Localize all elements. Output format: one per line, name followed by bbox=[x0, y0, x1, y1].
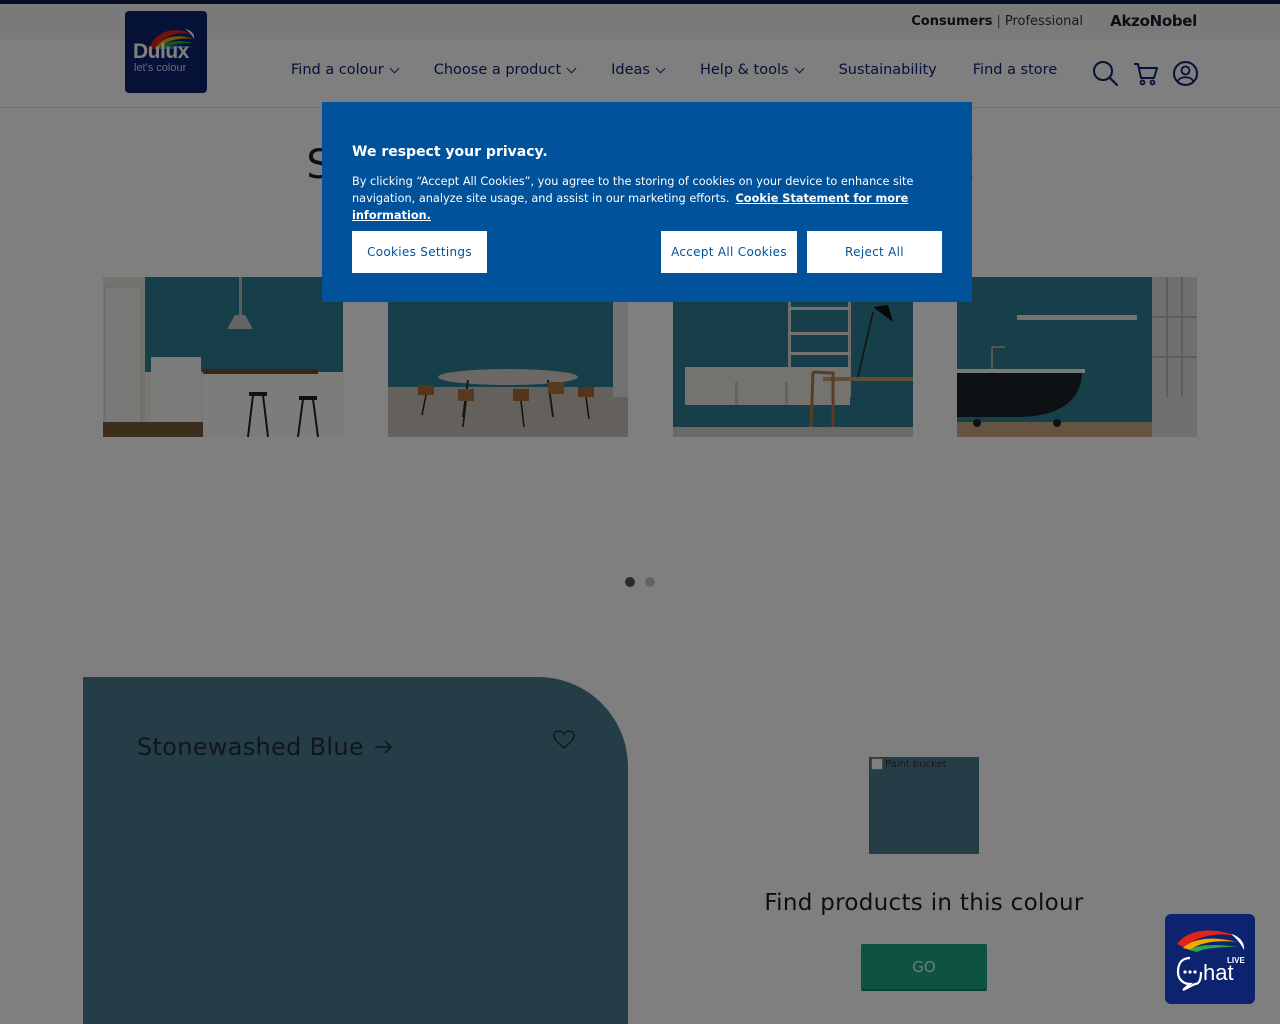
cookies-settings-button[interactable]: Cookies Settings bbox=[352, 231, 487, 273]
svg-text:hat: hat bbox=[1203, 960, 1234, 985]
accept-all-cookies-button[interactable]: Accept All Cookies bbox=[661, 231, 797, 273]
reject-all-button[interactable]: Reject All bbox=[807, 231, 942, 273]
cookie-title: We respect your privacy. bbox=[352, 144, 548, 160]
cookie-description: By clicking “Accept All Cookies”, you ag… bbox=[352, 173, 952, 224]
cookie-consent-dialog: We respect your privacy. By clicking “Ac… bbox=[322, 102, 972, 302]
live-chat-icon: LIVE hat bbox=[1176, 930, 1245, 991]
live-chat-button[interactable]: LIVE hat bbox=[1165, 914, 1255, 1004]
